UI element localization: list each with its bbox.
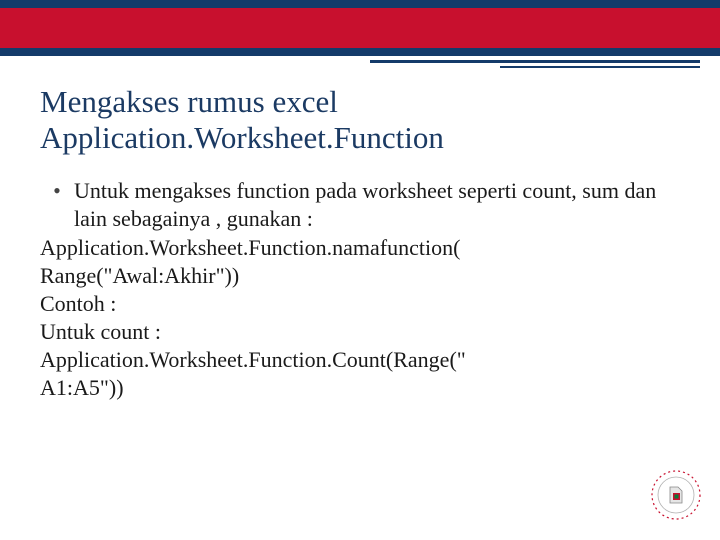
label-untuk-count: Untuk count : — [40, 318, 680, 346]
university-logo-icon — [650, 469, 702, 526]
code-line-4: A1:A5")) — [40, 374, 680, 402]
title-line-1: Mengakses rumus excel — [40, 84, 338, 119]
body-text: • Untuk mengakses function pada workshee… — [40, 177, 680, 402]
bullet-text: Untuk mengakses function pada worksheet … — [74, 177, 680, 233]
title-line-2: Application.Worksheet.Function — [40, 120, 444, 155]
slide-content: Mengakses rumus excel Application.Worksh… — [0, 56, 720, 403]
code-line-3: Application.Worksheet.Function.Count(Ran… — [40, 346, 680, 374]
slide-title: Mengakses rumus excel Application.Worksh… — [40, 84, 680, 155]
code-line-2: Range("Awal:Akhir")) — [40, 262, 680, 290]
bullet-item: • Untuk mengakses function pada workshee… — [40, 177, 680, 233]
header-bar — [0, 0, 720, 56]
label-contoh: Contoh : — [40, 290, 680, 318]
code-line-1: Application.Worksheet.Function.namafunct… — [40, 234, 680, 262]
header-underline — [370, 60, 700, 68]
bullet-marker: • — [40, 177, 74, 205]
